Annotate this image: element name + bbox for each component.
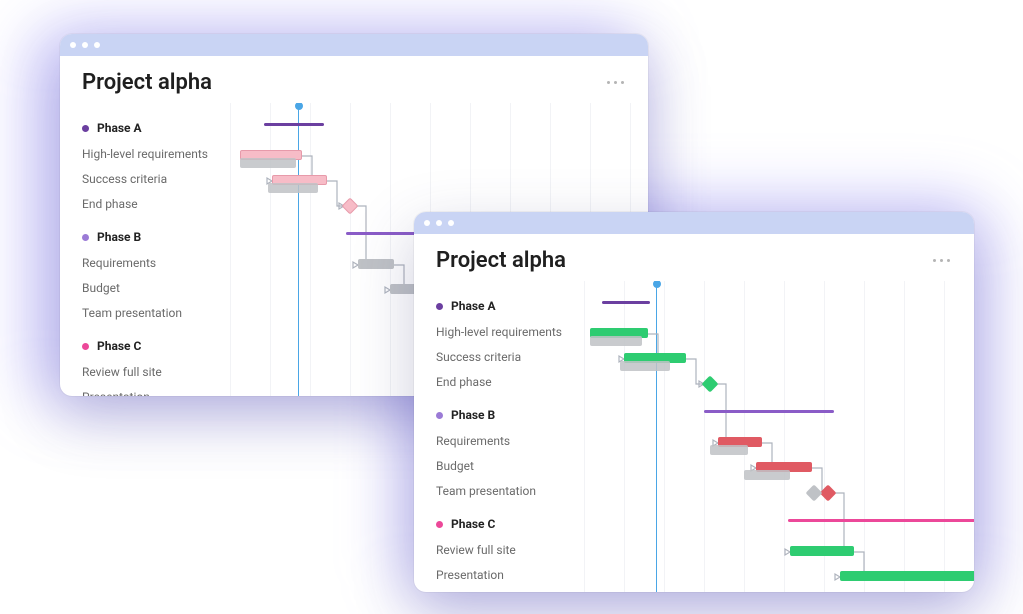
task-label: End phase: [436, 369, 584, 394]
phase-summary-bar[interactable]: [788, 519, 974, 522]
task-bar-baseline[interactable]: [710, 445, 748, 455]
window-dot: [436, 220, 442, 226]
task-label: End phase: [82, 191, 230, 216]
window-dot: [82, 42, 88, 48]
task-label: High-level requirements: [436, 319, 584, 344]
window-dot: [94, 42, 100, 48]
phase-heading-a: Phase A: [436, 299, 584, 313]
window-dot: [424, 220, 430, 226]
task-bar-baseline[interactable]: [590, 336, 642, 346]
task-label: Review full site: [82, 359, 230, 384]
task-label: Team presentation: [436, 478, 584, 503]
page-title: Project alpha: [436, 248, 566, 273]
task-bar[interactable]: [790, 546, 854, 556]
more-options-button[interactable]: [607, 81, 624, 84]
task-bar-baseline[interactable]: [620, 361, 670, 371]
phase-heading-b: Phase B: [436, 408, 584, 422]
more-options-button[interactable]: [933, 259, 950, 262]
task-label: Presentation: [82, 384, 230, 396]
task-bar-baseline[interactable]: [744, 470, 790, 480]
gantt-chart[interactable]: [584, 281, 974, 592]
task-list: Phase A High-level requirements Success …: [414, 281, 584, 592]
phase-summary-bar[interactable]: [704, 410, 834, 413]
task-label: Requirements: [82, 250, 230, 275]
phase-heading-c: Phase C: [82, 339, 230, 353]
page-title: Project alpha: [82, 70, 212, 95]
gantt-window-actual: Project alpha Phase A High-level require…: [414, 212, 974, 592]
phase-heading-a: Phase A: [82, 121, 230, 135]
task-label: Presentation: [436, 562, 584, 587]
window-titlebar: [414, 212, 974, 234]
phase-summary-bar[interactable]: [264, 123, 324, 126]
task-bar-baseline[interactable]: [240, 158, 296, 168]
task-list: Phase A High-level requirements Success …: [60, 103, 230, 396]
task-bar[interactable]: [358, 259, 394, 269]
task-label: Review full site: [436, 537, 584, 562]
window-dot: [70, 42, 76, 48]
task-label: Team presentation: [82, 300, 230, 325]
window-titlebar: [60, 34, 648, 56]
window-dot: [448, 220, 454, 226]
phase-heading-b: Phase B: [82, 230, 230, 244]
task-label: Budget: [436, 453, 584, 478]
task-label: Requirements: [436, 428, 584, 453]
phase-heading-c: Phase C: [436, 517, 584, 531]
task-bar-baseline[interactable]: [268, 183, 318, 193]
task-label: Budget: [82, 275, 230, 300]
task-bar[interactable]: [840, 571, 974, 581]
task-label: Success criteria: [436, 344, 584, 369]
task-label: Success criteria: [82, 166, 230, 191]
phase-summary-bar[interactable]: [602, 301, 650, 304]
task-label: High-level requirements: [82, 141, 230, 166]
